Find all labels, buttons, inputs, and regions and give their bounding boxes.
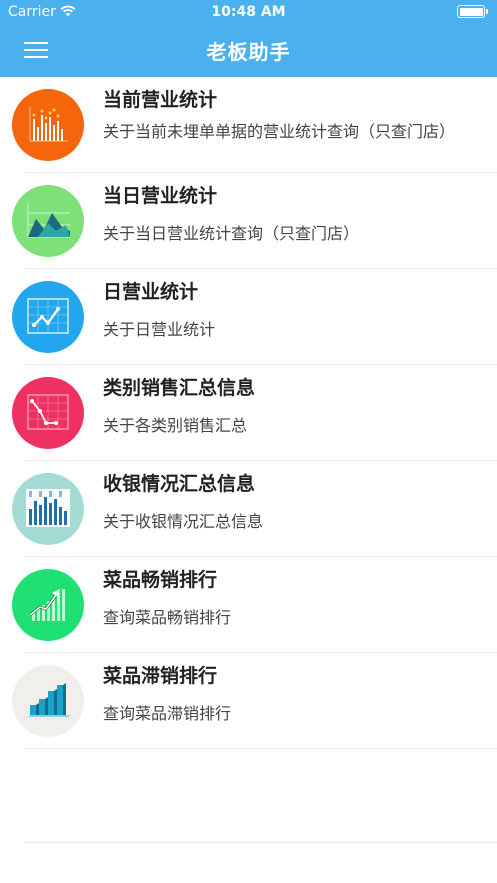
item-description: 关于日营业统计 bbox=[103, 320, 216, 339]
item-description: 关于当前未埋单单据的营业统计查询（只查门店） bbox=[103, 122, 456, 141]
status-time: 10:48 AM bbox=[211, 4, 286, 20]
mountain-chart-icon bbox=[12, 185, 84, 257]
status-bar: Carrier 10:48 AM bbox=[0, 0, 497, 24]
menu-list: 当前营业统计 关于当前未埋单单据的营业统计查询（只查门店） 当日营业统计 关于当… bbox=[0, 77, 497, 749]
item-title: 类别销售汇总信息 bbox=[103, 377, 256, 399]
list-item-cashier-summary[interactable]: 收银情况汇总信息 关于收银情况汇总信息 bbox=[0, 461, 497, 557]
declining-chart-icon bbox=[12, 377, 84, 449]
list-item-bestseller-ranking[interactable]: 菜品畅销排行 查询菜品畅销排行 bbox=[0, 557, 497, 653]
list-item-current-sales-stats[interactable]: 当前营业统计 关于当前未埋单单据的营业统计查询（只查门店） bbox=[0, 77, 497, 173]
item-title: 日营业统计 bbox=[103, 281, 199, 303]
bar-chart-icon bbox=[12, 89, 84, 161]
list-item-today-sales-stats[interactable]: 当日营业统计 关于当日营业统计查询（只查门店） bbox=[0, 173, 497, 269]
column-chart-icon bbox=[12, 473, 84, 545]
item-title: 收银情况汇总信息 bbox=[103, 473, 256, 495]
item-description: 关于当日营业统计查询（只查门店） bbox=[103, 224, 360, 243]
list-item-daily-sales-stats[interactable]: 日营业统计 关于日营业统计 bbox=[0, 269, 497, 365]
battery-icon bbox=[457, 5, 488, 18]
item-title: 菜品滞销排行 bbox=[103, 665, 218, 687]
item-description: 关于收银情况汇总信息 bbox=[103, 512, 264, 531]
item-description: 查询菜品畅销排行 bbox=[103, 608, 232, 627]
item-description: 查询菜品滞销排行 bbox=[103, 704, 232, 723]
rising-chart-icon bbox=[12, 569, 84, 641]
item-title: 当前营业统计 bbox=[103, 89, 218, 111]
line-chart-icon bbox=[12, 281, 84, 353]
item-title: 菜品畅销排行 bbox=[103, 569, 218, 591]
list-item-slowseller-ranking[interactable]: 菜品滞销排行 查询菜品滞销排行 bbox=[0, 653, 497, 749]
item-title: 当日营业统计 bbox=[103, 185, 218, 207]
item-description: 关于各类别销售汇总 bbox=[103, 416, 248, 435]
list-item-category-sales-summary[interactable]: 类别销售汇总信息 关于各类别销售汇总 bbox=[0, 365, 497, 461]
navigation-bar: Carrier 10:48 AM 老板助手 bbox=[0, 0, 497, 77]
page-title: 老板助手 bbox=[206, 40, 291, 64]
3d-bar-chart-icon bbox=[12, 665, 84, 737]
divider bbox=[24, 842, 497, 843]
